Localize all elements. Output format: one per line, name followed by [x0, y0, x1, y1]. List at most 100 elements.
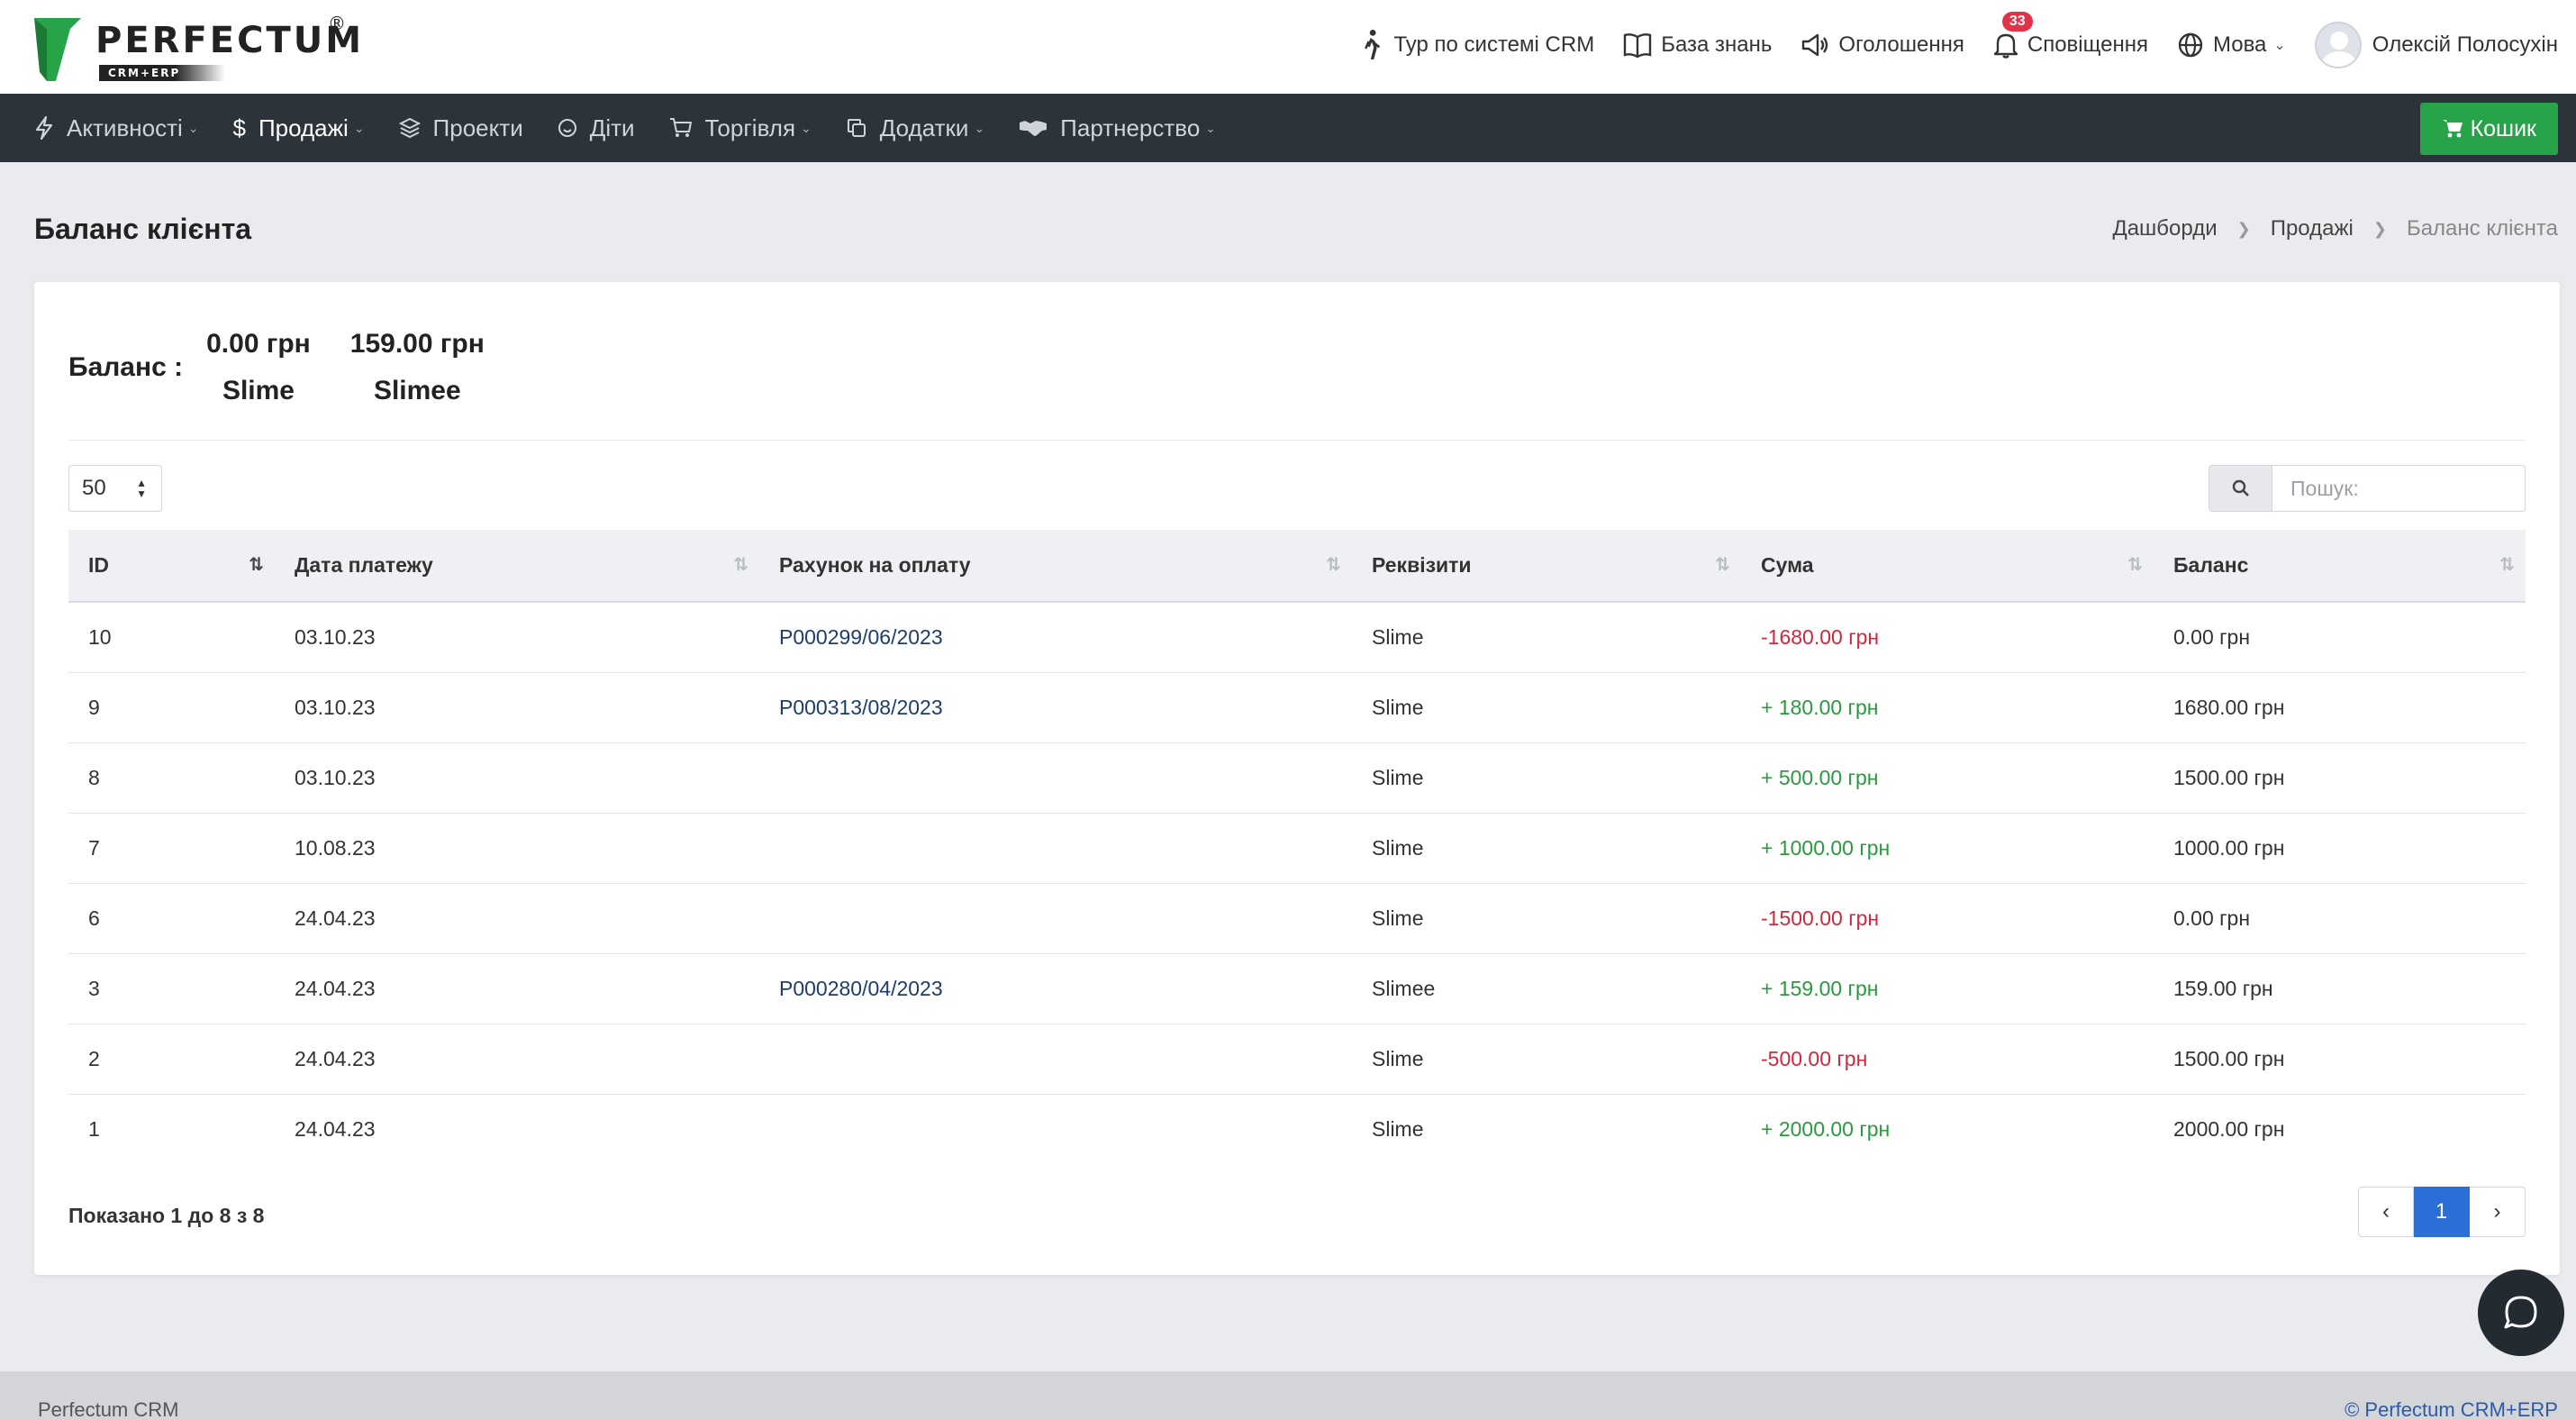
walking-icon: [1365, 30, 1381, 59]
chevron-down-icon: ⌄: [187, 120, 199, 135]
column-header-date[interactable]: Дата платежу ⇅: [275, 530, 759, 603]
brand-logo[interactable]: PERFECTUM ® CRM+ERP: [34, 13, 361, 83]
knowledge-base-label: База знань: [1661, 32, 1773, 57]
footer-copyright-link[interactable]: © Perfectum CRM+ERP: [2345, 1398, 2558, 1420]
cell-id: 10: [88, 624, 112, 649]
menu-item-activities[interactable]: Активності ⌄: [34, 114, 199, 142]
chevron-down-icon: ⌄: [801, 120, 812, 135]
sort-desc-icon: ⇅: [249, 555, 264, 575]
sort-icon: ⇅: [1715, 555, 1730, 575]
tour-link[interactable]: Тур по системі CRM: [1359, 30, 1594, 60]
menu-item-label: Активності: [67, 114, 183, 141]
cell-invoice: [759, 1094, 1352, 1164]
table-row: 2 24.04.23 Slime -500.00 грн 1500.00 грн: [68, 1024, 2526, 1094]
select-arrows-icon: ▲ ▼: [136, 477, 147, 500]
chevron-down-icon: ⌄: [1205, 120, 1217, 135]
chat-button[interactable]: [2478, 1270, 2564, 1356]
breadcrumb-current: Баланс клієнта: [2406, 216, 2558, 241]
menu-item-partnership[interactable]: Партнерство ⌄: [1019, 114, 1216, 142]
logo-text: PERFECTUM: [95, 20, 365, 61]
cell-details: Slime: [1372, 835, 1424, 860]
page-length-select[interactable]: 50 ▲ ▼: [68, 465, 162, 512]
table-row: 1 24.04.23 Slime + 2000.00 грн 2000.00 г…: [68, 1094, 2526, 1164]
cell-sum: + 2000.00 грн: [1761, 1116, 1891, 1141]
column-header-label: Реквізити: [1372, 553, 1472, 577]
invoice-link[interactable]: P000280/04/2023: [779, 977, 943, 1000]
page-button-current[interactable]: 1: [2414, 1187, 2470, 1237]
language-dropdown[interactable]: Мова ⌄: [2177, 32, 2286, 59]
announcements-link[interactable]: Оголошення: [1800, 32, 1964, 58]
cell-balance: 159.00 грн: [2173, 976, 2273, 1000]
cell-details: Slime: [1372, 1116, 1424, 1141]
table-body: 10 03.10.23 P000299/06/2023 Slime -1680.…: [68, 602, 2526, 1164]
menu-item-label: Торгівля: [704, 114, 796, 141]
column-header-sum[interactable]: Сума ⇅: [1741, 530, 2154, 603]
chevron-right-icon: ❯: [2236, 219, 2251, 238]
payments-table: ID ⇅ Дата платежу ⇅ Рахунок на оплату ⇅ Рек…: [68, 530, 2526, 1164]
sort-icon: ⇅: [733, 555, 748, 575]
balance-amount: 0.00 грн: [206, 329, 311, 359]
column-header-balance[interactable]: Баланс ⇅: [2154, 530, 2526, 603]
cell-id: 6: [88, 906, 100, 930]
notifications-label: Сповіщення: [2027, 32, 2148, 57]
column-header-label: Сума: [1761, 553, 1814, 577]
column-header-details[interactable]: Реквізити ⇅: [1352, 530, 1741, 603]
menu-item-sales[interactable]: $ Продажі ⌄: [233, 114, 365, 142]
menu-item-label: Діти: [589, 114, 635, 141]
cell-date: 03.10.23: [295, 695, 376, 719]
cell-balance: 1500.00 грн: [2173, 765, 2285, 789]
menu-item-addons[interactable]: Додатки ⌄: [846, 114, 984, 142]
cell-balance: 0.00 грн: [2173, 624, 2251, 649]
notifications-link[interactable]: 33 Сповіщення: [1993, 12, 2148, 59]
search-box: [2209, 465, 2526, 512]
cart-button[interactable]: Кошик: [2419, 103, 2558, 155]
cell-id: 8: [88, 765, 100, 789]
cell-id: 7: [88, 835, 100, 860]
next-page-button[interactable]: ›: [2470, 1187, 2526, 1237]
top-header: PERFECTUM ® CRM+ERP Тур по системі CRM Б…: [0, 0, 2576, 94]
menu-item-label: Продажі: [258, 114, 349, 141]
knowledge-base-link[interactable]: База знань: [1623, 32, 1772, 58]
previous-page-button[interactable]: ‹: [2358, 1187, 2414, 1237]
invoice-link[interactable]: P000299/06/2023: [779, 625, 943, 649]
search-input[interactable]: [2272, 465, 2526, 512]
divider: [68, 440, 2526, 441]
menu-item-projects[interactable]: Проекти: [398, 114, 523, 142]
cell-id: 2: [88, 1046, 100, 1070]
column-header-id[interactable]: ID ⇅: [68, 530, 275, 603]
cell-details: Slimee: [1372, 976, 1436, 1000]
menu-item-trade[interactable]: Торгівля ⌄: [669, 114, 812, 142]
chevron-down-icon: ⌄: [353, 120, 365, 135]
cell-details: Slime: [1372, 695, 1424, 719]
user-menu[interactable]: Олексій Полосухін: [2314, 22, 2558, 68]
table-row: 6 24.04.23 Slime -1500.00 грн 0.00 грн: [68, 883, 2526, 953]
sort-icon: ⇅: [2127, 555, 2143, 575]
balance-summary: Баланс : 0.00 грн Slime 159.00 грн Slime…: [68, 329, 524, 406]
invoice-link[interactable]: P000313/08/2023: [779, 696, 943, 719]
menu-item-label: Партнерство: [1060, 114, 1201, 141]
cart-icon: [2442, 120, 2463, 138]
layers-icon: [398, 117, 421, 139]
cell-date: 24.04.23: [295, 1046, 376, 1070]
table-row: 3 24.04.23 P000280/04/2023 Slimee + 159.…: [68, 953, 2526, 1024]
pagination: ‹ 1 ›: [2358, 1187, 2526, 1237]
menu-item-children[interactable]: Діти: [558, 114, 635, 142]
chevron-down-icon: ⌄: [974, 120, 985, 135]
globe-icon: [2178, 32, 2203, 58]
user-name: Олексій Полосухін: [2372, 32, 2558, 57]
page-length-value: 50: [82, 476, 106, 500]
cell-sum: -1680.00 грн: [1761, 624, 1880, 649]
notifications-count-badge: 33: [2001, 12, 2033, 32]
breadcrumb-sales[interactable]: Продажі: [2271, 216, 2354, 241]
cell-details: Slime: [1372, 765, 1424, 789]
menu-item-label: Проекти: [432, 114, 523, 141]
search-button[interactable]: [2209, 465, 2272, 512]
table-row: 8 03.10.23 Slime + 500.00 грн 1500.00 гр…: [68, 742, 2526, 813]
balance-name: Slime: [222, 376, 295, 405]
logo-registered: ®: [328, 13, 346, 34]
column-header-invoice[interactable]: Рахунок на оплату ⇅: [759, 530, 1352, 603]
cell-date: 03.10.23: [295, 624, 376, 649]
dollar-icon: $: [232, 114, 246, 141]
tour-label: Тур по системі CRM: [1393, 32, 1595, 57]
breadcrumb-dashboards[interactable]: Дашборди: [2112, 216, 2217, 241]
